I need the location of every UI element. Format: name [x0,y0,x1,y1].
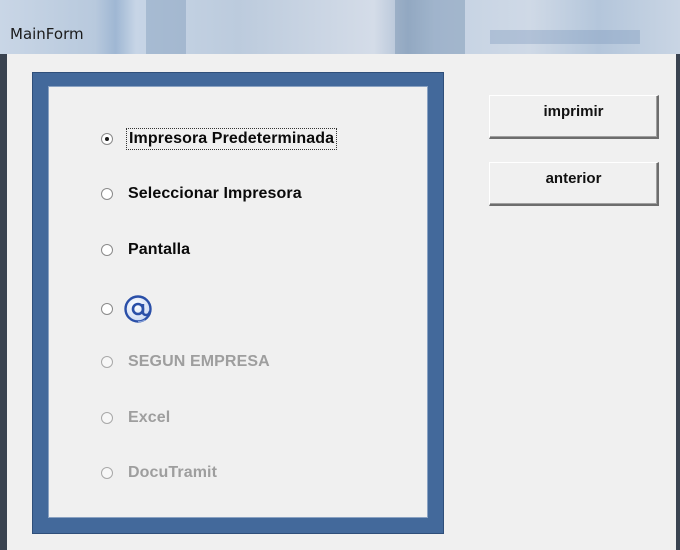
print-button[interactable]: imprimir [489,95,659,139]
radio-button[interactable] [101,133,113,145]
radio-button[interactable] [101,188,113,200]
radio-button [101,356,113,368]
option-label: Seleccionar Impresora [128,185,302,202]
option-label: SEGUN EMPRESA [128,353,270,370]
radio-button[interactable] [101,303,113,315]
option-label: DocuTramit [128,464,218,481]
radio-button [101,412,113,424]
back-button[interactable]: anterior [489,162,659,206]
title-bar: MainForm [0,0,680,54]
option-segun-empresa: SEGUN EMPRESA [101,349,272,375]
output-options-group: Impresora Predeterminada Seleccionar Imp… [32,72,444,534]
option-seleccionar-impresora[interactable]: Seleccionar Impresora [101,181,304,207]
option-docutramit: DocuTramit [101,460,219,486]
option-pantalla[interactable]: Pantalla [101,237,192,263]
radio-button [101,467,113,479]
options-panel: Impresora Predeterminada Seleccionar Imp… [48,86,428,518]
option-label: Excel [128,409,171,426]
option-email[interactable] [101,292,153,326]
option-impresora-predeterminada[interactable]: Impresora Predeterminada [101,126,338,152]
at-sign-icon [124,295,152,323]
radio-button[interactable] [101,244,113,256]
option-label: Impresora Predeterminada [126,128,338,150]
window-title: MainForm [10,25,84,43]
option-excel: Excel [101,405,172,431]
option-label: Pantalla [128,241,191,258]
client-area: Impresora Predeterminada Seleccionar Imp… [7,54,676,550]
